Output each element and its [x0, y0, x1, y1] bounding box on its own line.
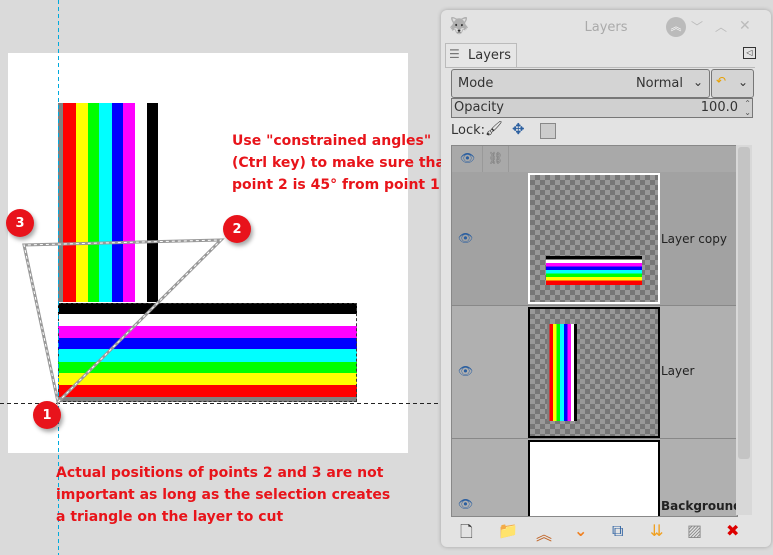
layers-stack-icon: ☰	[449, 47, 460, 61]
composite-mode-select[interactable]: ↶ ⌄	[711, 69, 754, 98]
layers-list: 👁 ⛓ 👁 Layer copy 👁 Layer 👁 Background	[451, 145, 738, 517]
new-layer-group-button[interactable]: 📁	[498, 521, 518, 540]
layer-mask-button[interactable]: ▨	[687, 521, 702, 540]
eye-icon[interactable]: 👁	[458, 231, 473, 245]
layer-name[interactable]: Layer	[661, 364, 694, 378]
lock-label: Lock:	[451, 123, 486, 138]
note-line: a triangle on the layer to cut	[56, 509, 284, 525]
maximize-button[interactable]: ︿	[715, 18, 727, 35]
delete-layer-button[interactable]: ✖	[726, 521, 739, 540]
note-line: important as long as the selection creat…	[56, 487, 391, 503]
spin-arrows-icon[interactable]: ⌃ ⌄	[744, 99, 751, 117]
lock-pixels-brush-icon[interactable]: 🖌	[485, 121, 503, 137]
note-top: Use "constrained angles" (Ctrl key) to m…	[232, 130, 452, 196]
undo-arrow-icon: ↶	[716, 74, 727, 88]
chain-link-header-icon[interactable]: ⛓	[488, 151, 503, 165]
visibility-header-eye-icon[interactable]: 👁	[460, 151, 475, 165]
scrollbar-thumb[interactable]	[738, 147, 750, 459]
tab-label: Layers	[468, 48, 512, 63]
mode-label: Mode	[458, 76, 494, 91]
chevron-down-icon: ⌄	[737, 75, 748, 89]
mode-value: Normal	[635, 76, 683, 91]
layer-name[interactable]: Background	[661, 499, 737, 513]
marker-3: 3	[6, 209, 34, 237]
layers-dialog: 🐺 Layers ︽ ﹀ ︿ ✕ ☰ Layers ◁ Mode Normal …	[441, 10, 771, 547]
tab-layers[interactable]: ☰ Layers	[445, 43, 517, 68]
mode-select[interactable]: Mode Normal ⌄	[451, 69, 710, 98]
layer-thumbnail	[528, 440, 660, 516]
marker-2: 2	[223, 215, 251, 243]
close-button[interactable]: ✕	[739, 18, 751, 34]
layer-row-layer[interactable]: 👁 Layer	[452, 305, 737, 439]
chevron-down-icon: ⌄	[692, 75, 703, 89]
layer-thumbnail	[528, 307, 660, 438]
layer-name[interactable]: Layer copy	[661, 232, 727, 246]
layer-row-layer-copy[interactable]: 👁 Layer copy	[452, 172, 737, 305]
marker-1: 1	[33, 401, 61, 429]
lock-position-move-icon[interactable]: ✥	[512, 120, 525, 138]
keep-above-button[interactable]: ︽	[666, 17, 686, 37]
new-layer-button[interactable]: 🗋	[460, 521, 473, 548]
opacity-value: 100.0	[700, 100, 738, 115]
minimize-button[interactable]: ﹀	[691, 18, 703, 35]
raise-layer-button[interactable]: ︽	[536, 521, 552, 545]
opacity-slider[interactable]: Opacity 100.0 ⌃ ⌄	[451, 98, 753, 118]
note-line: Actual positions of points 2 and 3 are n…	[56, 465, 384, 481]
note-line: point 2 is 45° from point 1	[232, 177, 440, 193]
configure-tab-icon[interactable]: ◁	[743, 47, 756, 59]
opacity-label: Opacity	[454, 100, 505, 115]
free-select-triangle	[22, 238, 225, 405]
lock-alpha-icon[interactable]	[540, 123, 556, 139]
note-line: (Ctrl key) to make sure that	[232, 155, 452, 171]
scrollbar[interactable]	[736, 145, 752, 515]
lower-layer-button[interactable]: ⌄	[574, 521, 587, 540]
eye-icon[interactable]: 👁	[458, 364, 473, 378]
note-line: Use "constrained angles"	[232, 133, 432, 149]
duplicate-layer-button[interactable]: ⧉	[612, 521, 623, 541]
layer-thumbnail	[528, 173, 660, 304]
list-header: 👁 ⛓	[452, 146, 737, 173]
note-bottom: Actual positions of points 2 and 3 are n…	[56, 462, 390, 528]
eye-icon[interactable]: 👁	[458, 497, 473, 511]
layer-row-background[interactable]: 👁 Background	[452, 438, 737, 516]
anchor-merge-layer-button[interactable]: ⇊	[650, 521, 663, 540]
